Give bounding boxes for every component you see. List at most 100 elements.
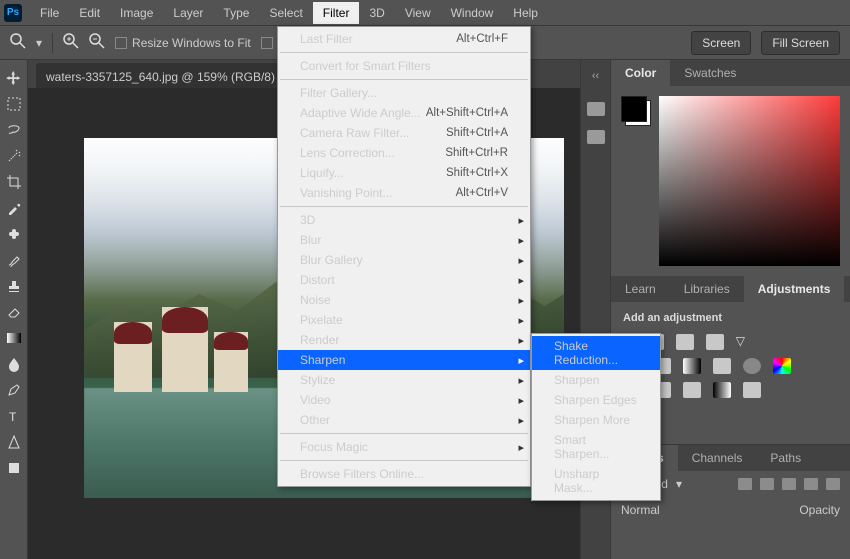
filter-render[interactable]: Render	[278, 330, 530, 350]
brush-tool[interactable]	[2, 248, 26, 272]
filter-lens-correction[interactable]: Lens Correction...Shift+Ctrl+R	[278, 143, 530, 163]
path-tool[interactable]	[2, 430, 26, 454]
sharpen-edges[interactable]: Sharpen Edges	[532, 390, 660, 410]
collapse-arrows-icon[interactable]: ‹‹	[592, 70, 599, 82]
separator	[280, 460, 528, 461]
move-tool[interactable]	[2, 66, 26, 90]
sharpen-unsharp-mask[interactable]: Unsharp Mask...	[532, 464, 660, 498]
filter-blur[interactable]: Blur	[278, 230, 530, 250]
filter-last-filter[interactable]: Last FilterAlt+Ctrl+F	[278, 29, 530, 49]
menu-type[interactable]: Type	[213, 2, 259, 24]
filter-chevron-icon[interactable]: ▾	[676, 477, 682, 491]
gradient-tool[interactable]	[2, 326, 26, 350]
eyedropper-tool[interactable]	[2, 196, 26, 220]
bw-icon[interactable]	[683, 358, 701, 374]
filter-dropdown: Last FilterAlt+Ctrl+F Convert for Smart …	[277, 26, 531, 487]
type-tool[interactable]: T	[2, 404, 26, 428]
blend-mode-select[interactable]: Normal	[621, 503, 660, 517]
resize-windows-checkbox[interactable]: Resize Windows to Fit	[115, 36, 251, 50]
color-picker[interactable]	[659, 96, 840, 266]
filter-camera-raw[interactable]: Camera Raw Filter...Shift+Ctrl+A	[278, 123, 530, 143]
filter-type-icon[interactable]	[782, 478, 796, 490]
channel-mixer-icon[interactable]	[743, 358, 761, 374]
sharpen-smart[interactable]: Smart Sharpen...	[532, 430, 660, 464]
heal-tool[interactable]	[2, 222, 26, 246]
filter-focus-magic[interactable]: Focus Magic	[278, 437, 530, 457]
stamp-tool[interactable]	[2, 274, 26, 298]
filter-browse-online[interactable]: Browse Filters Online...	[278, 464, 530, 484]
menu-layer[interactable]: Layer	[163, 2, 213, 24]
zoom-tool-icon[interactable]	[10, 33, 26, 52]
lasso-tool[interactable]	[2, 118, 26, 142]
tools-panel: T	[0, 60, 28, 559]
filter-adjust-icon[interactable]	[760, 478, 774, 490]
sharpen-more[interactable]: Sharpen More	[532, 410, 660, 430]
tab-libraries[interactable]: Libraries	[670, 276, 744, 302]
menu-file[interactable]: File	[30, 2, 69, 24]
tab-adjustments[interactable]: Adjustments	[744, 276, 845, 302]
crop-tool[interactable]	[2, 170, 26, 194]
sharpen-sharpen[interactable]: Sharpen	[532, 370, 660, 390]
document-tab-title: waters-3357125_640.jpg @ 159% (RGB/8)	[46, 70, 275, 84]
exposure-icon[interactable]	[706, 334, 724, 350]
filter-pixelate[interactable]: Pixelate	[278, 310, 530, 330]
wand-tool[interactable]	[2, 144, 26, 168]
dropdown-chevron-icon[interactable]: ▾	[36, 36, 42, 50]
gradient-map-icon[interactable]	[713, 382, 731, 398]
photo-filter-icon[interactable]	[713, 358, 731, 374]
menu-edit[interactable]: Edit	[69, 2, 110, 24]
zoom-out-icon[interactable]	[89, 33, 105, 52]
menu-select[interactable]: Select	[259, 2, 312, 24]
filter-distort[interactable]: Distort	[278, 270, 530, 290]
filter-convert-smart[interactable]: Convert for Smart Filters	[278, 56, 530, 76]
app-logo: Ps	[4, 4, 22, 22]
filter-liquify[interactable]: Liquify...Shift+Ctrl+X	[278, 163, 530, 183]
tab-swatches[interactable]: Swatches	[670, 60, 750, 86]
zoom-in-icon[interactable]	[63, 33, 79, 52]
filter-gallery[interactable]: Filter Gallery...	[278, 83, 530, 103]
filter-shape-icon[interactable]	[804, 478, 818, 490]
filter-blur-gallery[interactable]: Blur Gallery	[278, 250, 530, 270]
svg-text:T: T	[9, 410, 17, 423]
eraser-tool[interactable]	[2, 300, 26, 324]
menu-window[interactable]: Window	[441, 2, 504, 24]
filter-other[interactable]: Other	[278, 410, 530, 430]
color-lookup-icon[interactable]	[773, 358, 791, 374]
document-tab[interactable]: waters-3357125_640.jpg @ 159% (RGB/8) ×	[36, 63, 301, 88]
filter-noise[interactable]: Noise	[278, 290, 530, 310]
separator	[280, 206, 528, 207]
marquee-tool[interactable]	[2, 92, 26, 116]
vibrance-icon[interactable]: ▽	[736, 334, 745, 350]
filter-video[interactable]: Video	[278, 390, 530, 410]
pen-tool[interactable]	[2, 378, 26, 402]
filter-3d[interactable]: 3D	[278, 210, 530, 230]
tab-color[interactable]: Color	[611, 60, 670, 86]
blur-tool[interactable]	[2, 352, 26, 376]
curves-icon[interactable]	[676, 334, 694, 350]
filter-smart-icon[interactable]	[826, 478, 840, 490]
menu-image[interactable]: Image	[110, 2, 163, 24]
tab-learn[interactable]: Learn	[611, 276, 670, 302]
sharpen-shake-reduction[interactable]: Shake Reduction...	[532, 336, 660, 370]
selective-color-icon[interactable]	[743, 382, 761, 398]
fit-screen-button[interactable]: Screen	[691, 31, 751, 55]
shape-tool[interactable]	[2, 456, 26, 480]
tab-channels[interactable]: Channels	[678, 445, 757, 471]
foreground-color-swatch[interactable]	[621, 96, 647, 122]
strip-panel-icon[interactable]	[587, 102, 605, 116]
menu-help[interactable]: Help	[503, 2, 548, 24]
separator	[280, 79, 528, 80]
filter-sharpen[interactable]: Sharpen	[278, 350, 530, 370]
tab-paths[interactable]: Paths	[756, 445, 815, 471]
menu-filter[interactable]: Filter	[313, 2, 360, 24]
filter-image-icon[interactable]	[738, 478, 752, 490]
filter-vanishing-point[interactable]: Vanishing Point...Alt+Ctrl+V	[278, 183, 530, 203]
separator	[52, 33, 53, 53]
strip-panel-icon[interactable]	[587, 130, 605, 144]
menu-view[interactable]: View	[395, 2, 441, 24]
filter-stylize[interactable]: Stylize	[278, 370, 530, 390]
fill-screen-button[interactable]: Fill Screen	[761, 31, 840, 55]
menu-3d[interactable]: 3D	[359, 2, 394, 24]
threshold-icon[interactable]	[683, 382, 701, 398]
filter-adaptive-wide-angle[interactable]: Adaptive Wide Angle...Alt+Shift+Ctrl+A	[278, 103, 530, 123]
